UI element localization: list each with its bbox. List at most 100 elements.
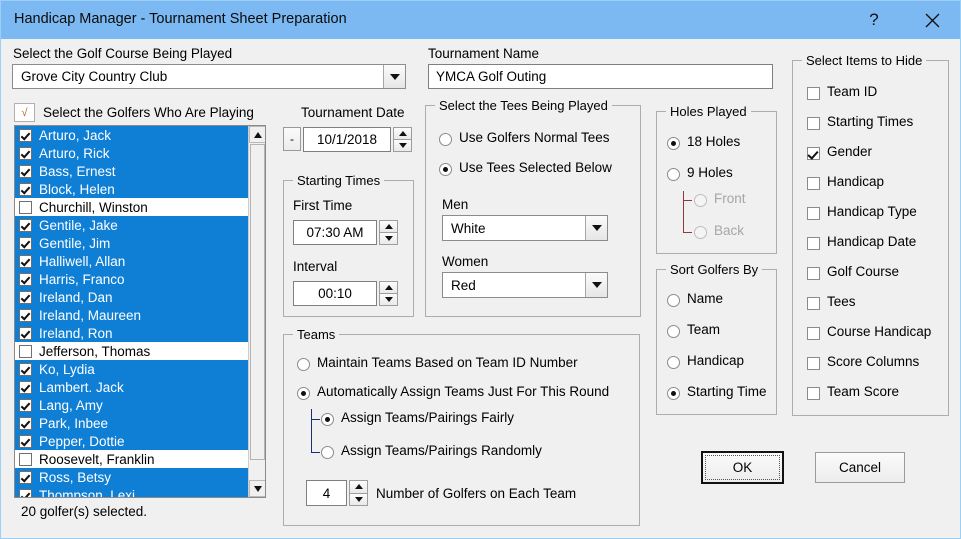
golfer-checkbox[interactable] xyxy=(19,236,32,250)
golfer-list-item[interactable]: Harris, Franco xyxy=(15,270,248,288)
golfer-list-item[interactable]: Ross, Betsy xyxy=(15,468,248,486)
golfer-list-item[interactable]: Arturo, Jack xyxy=(15,126,248,144)
golfer-checkbox[interactable] xyxy=(19,272,32,286)
help-icon[interactable]: ? xyxy=(851,1,897,39)
close-icon[interactable] xyxy=(909,1,955,39)
checkbox-hide-course-handicap[interactable] xyxy=(807,327,820,340)
radio-18-holes[interactable] xyxy=(667,137,680,150)
radio-sort-name[interactable] xyxy=(667,294,680,307)
cancel-button[interactable]: Cancel xyxy=(815,452,905,483)
scrollbar-thumb[interactable] xyxy=(250,144,265,460)
golfer-checkbox[interactable] xyxy=(19,344,32,358)
golfer-list-item[interactable]: Jefferson, Thomas xyxy=(15,342,248,360)
golfer-checkbox[interactable] xyxy=(19,434,32,448)
chevron-down-icon[interactable] xyxy=(585,273,607,297)
golfer-checkbox[interactable] xyxy=(19,452,32,466)
golfer-checkbox[interactable] xyxy=(19,290,32,304)
checkbox-hide-score-columns[interactable] xyxy=(807,357,820,370)
golfer-list-item[interactable]: Ko, Lydia xyxy=(15,360,248,378)
checkbox-hide-team-id[interactable] xyxy=(807,87,820,100)
golfer-checkbox[interactable] xyxy=(19,488,32,497)
golfers-listbox[interactable]: Arturo, Jack Arturo, Rick Bass, Ernest Bloc… xyxy=(14,125,266,498)
first-time-stepper[interactable] xyxy=(379,220,398,245)
radio-front-nine[interactable] xyxy=(694,194,707,207)
team-size-stepper-up[interactable] xyxy=(349,480,368,493)
first-time-input[interactable]: 07:30 AM xyxy=(293,220,377,245)
golfer-list-item[interactable]: Lambert. Jack xyxy=(15,378,248,396)
radio-sort-handicap[interactable] xyxy=(667,356,680,369)
date-dropdown-button[interactable]: - xyxy=(283,127,301,151)
men-tees-combobox[interactable]: White xyxy=(442,215,608,241)
golfer-checkbox[interactable] xyxy=(19,146,32,160)
checkbox-hide-handicap-type[interactable] xyxy=(807,207,820,220)
checkbox-hide-golf-course[interactable] xyxy=(807,267,820,280)
golfer-checkbox[interactable] xyxy=(19,218,32,232)
team-size-stepper[interactable] xyxy=(349,480,368,506)
golfer-list-item[interactable]: Gentile, Jim xyxy=(15,234,248,252)
tournament-date-input[interactable]: 10/1/2018 xyxy=(303,127,391,152)
golfer-checkbox[interactable] xyxy=(19,398,32,412)
golfer-checkbox[interactable] xyxy=(19,380,32,394)
checkbox-hide-handicap[interactable] xyxy=(807,177,820,190)
course-combobox[interactable]: Grove City Country Club xyxy=(12,64,406,89)
golfer-checkbox[interactable] xyxy=(19,326,32,340)
radio-sort-starting-time[interactable] xyxy=(667,387,680,400)
golfer-list-item[interactable]: Park, Inbee xyxy=(15,414,248,432)
scroll-down-icon[interactable] xyxy=(249,480,265,497)
scroll-up-icon[interactable] xyxy=(249,126,265,143)
golfer-list-item[interactable]: Halliwell, Allan xyxy=(15,252,248,270)
first-time-stepper-up[interactable] xyxy=(379,220,398,232)
ok-button[interactable]: OK xyxy=(701,451,784,484)
women-tees-combobox[interactable]: Red xyxy=(442,272,608,298)
checkbox-hide-handicap-date[interactable] xyxy=(807,237,820,250)
golfer-list-item[interactable]: Churchill, Winston xyxy=(15,198,248,216)
golfer-list-item[interactable]: Ireland, Dan xyxy=(15,288,248,306)
tournament-name-input[interactable]: YMCA Golf Outing xyxy=(428,64,773,89)
radio-assign-randomly[interactable] xyxy=(321,446,334,459)
golfer-checkbox[interactable] xyxy=(19,182,32,196)
select-all-golfers-button[interactable]: √ xyxy=(14,103,35,122)
interval-stepper-down[interactable] xyxy=(379,293,398,306)
tournament-date-stepper[interactable] xyxy=(393,127,412,152)
interval-stepper-up[interactable] xyxy=(379,281,398,293)
date-stepper-down[interactable] xyxy=(393,139,412,152)
radio-back-nine[interactable] xyxy=(694,226,707,239)
golfer-checkbox[interactable] xyxy=(19,164,32,178)
golfer-list-item[interactable]: Pepper, Dottie xyxy=(15,432,248,450)
golfer-list-item[interactable]: Lang, Amy xyxy=(15,396,248,414)
golfer-checkbox[interactable] xyxy=(19,128,32,142)
golfer-list-item[interactable]: Block, Helen xyxy=(15,180,248,198)
golfer-list-item[interactable]: Thompson, Lexi xyxy=(15,486,248,497)
checkbox-hide-team-score[interactable] xyxy=(807,387,820,400)
team-size-input[interactable]: 4 xyxy=(306,480,347,506)
radio-auto-assign-teams[interactable] xyxy=(297,387,310,400)
golfers-scrollbar[interactable] xyxy=(248,126,265,497)
first-time-stepper-down[interactable] xyxy=(379,232,398,245)
checkbox-hide-starting-times[interactable] xyxy=(807,117,820,130)
radio-use-tees-below[interactable] xyxy=(439,163,452,176)
golfer-checkbox[interactable] xyxy=(19,416,32,430)
radio-sort-team[interactable] xyxy=(667,325,680,338)
checkbox-hide-gender[interactable] xyxy=(807,147,820,160)
chevron-down-icon[interactable] xyxy=(585,216,607,240)
golfer-checkbox[interactable] xyxy=(19,308,32,322)
golfer-checkbox[interactable] xyxy=(19,254,32,268)
golfer-list-item[interactable]: Ireland, Ron xyxy=(15,324,248,342)
checkbox-hide-tees[interactable] xyxy=(807,297,820,310)
interval-input[interactable]: 00:10 xyxy=(293,281,377,306)
radio-use-normal-tees[interactable] xyxy=(439,133,452,146)
golfer-checkbox[interactable] xyxy=(19,362,32,376)
golfer-list-item[interactable]: Roosevelt, Franklin xyxy=(15,450,248,468)
interval-stepper[interactable] xyxy=(379,281,398,306)
golfer-checkbox[interactable] xyxy=(19,470,32,484)
golfer-checkbox[interactable] xyxy=(19,200,32,214)
golfer-list-item[interactable]: Arturo, Rick xyxy=(15,144,248,162)
radio-maintain-teams[interactable] xyxy=(297,358,310,371)
chevron-down-icon[interactable] xyxy=(383,65,405,88)
date-stepper-up[interactable] xyxy=(393,127,412,139)
golfer-list-item[interactable]: Bass, Ernest xyxy=(15,162,248,180)
golfer-list-item[interactable]: Ireland, Maureen xyxy=(15,306,248,324)
radio-9-holes[interactable] xyxy=(667,168,680,181)
team-size-stepper-down[interactable] xyxy=(349,492,368,506)
golfer-list-item[interactable]: Gentile, Jake xyxy=(15,216,248,234)
